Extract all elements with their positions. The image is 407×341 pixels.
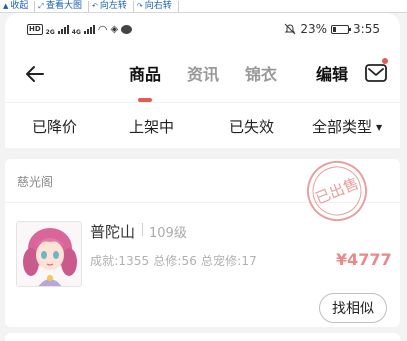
chat-notification-icon [121, 24, 133, 34]
caret-up-icon: ▲ [3, 1, 9, 10]
mute-bell-icon [285, 23, 296, 35]
tab-news[interactable]: 资讯 [187, 61, 219, 85]
sold-stamp-text: 已出售 [313, 174, 361, 208]
phone-screen: HD 2G 4G ◠ ◈ 23% 3:55 商品 资讯 锦衣 编辑 已降价 上架… [5, 13, 400, 341]
filter-price-dropped[interactable]: 已降价 [32, 116, 77, 137]
character-portrait-icon [17, 222, 81, 286]
filter-on-shelf[interactable]: 上架中 [129, 116, 174, 137]
signal-bars-icon [57, 24, 69, 34]
item-stats: 成就:1355 总修:56 总宠修:17 [90, 254, 257, 268]
level-separator [142, 223, 143, 236]
battery-percent: 23% [300, 22, 328, 36]
signal-2-label: 4G [71, 29, 81, 36]
cast-icon: ◈ [110, 23, 119, 35]
rotate-left-icon: ↶ [92, 1, 98, 10]
rotate-right-button[interactable]: ↷ 向右转 [134, 0, 179, 12]
collapse-button[interactable]: ▲ 收起 [0, 0, 36, 12]
mail-icon[interactable] [365, 64, 387, 82]
filter-expired[interactable]: 已失效 [229, 116, 274, 137]
shop-name: 慈光阁 [17, 175, 54, 189]
next-listing-card[interactable] [5, 333, 400, 341]
rotate-left-label: 向左转 [99, 0, 127, 11]
rotate-right-icon: ↷ [136, 1, 143, 10]
item-level: 109级 [149, 226, 187, 241]
status-bar-right: 23% 3:55 [284, 22, 380, 36]
item-name: 普陀山 [90, 223, 136, 241]
tab-goods[interactable]: 商品 [129, 61, 161, 85]
image-viewer-toolbar: ▲ 收起 ⤢ 查看大图 ↶ 向左转 ↷ 向右转 [0, 0, 407, 13]
status-bar-left: HD 2G 4G ◠ ◈ [27, 22, 133, 36]
sold-stamp: 已出售 [307, 161, 367, 221]
rotate-right-label: 向右转 [144, 0, 172, 11]
battery-fill [333, 26, 337, 32]
wifi-icon: ◠ [97, 22, 108, 36]
nav-bar: 商品 资讯 锦衣 编辑 [5, 45, 400, 102]
collapse-label: 收起 [10, 0, 29, 11]
status-bar: HD 2G 4G ◠ ◈ 23% 3:55 [5, 13, 400, 45]
filter-bar: 已降价 上架中 已失效 全部类型 ▼ [5, 103, 400, 148]
view-large-label: 查看大图 [46, 0, 83, 11]
edit-button[interactable]: 编辑 [316, 61, 348, 85]
active-tab-indicator [138, 98, 152, 102]
signal-1-label: 2G [45, 29, 55, 36]
hd-badge: HD [27, 23, 43, 35]
item-price: ¥4777 [336, 250, 392, 269]
view-large-button[interactable]: ⤢ 查看大图 [35, 0, 90, 12]
status-time: 3:55 [353, 22, 380, 36]
tab-outfits[interactable]: 锦衣 [245, 61, 277, 85]
back-arrow-icon[interactable] [23, 62, 47, 86]
unread-dot [382, 58, 388, 64]
signal-bars-icon [83, 24, 95, 34]
rotate-left-button[interactable]: ↶ 向左转 [89, 0, 134, 12]
filter-all-types-label: 全部类型 [312, 118, 373, 136]
find-similar-button[interactable]: 找相似 [319, 293, 387, 323]
character-avatar[interactable] [16, 221, 82, 287]
filter-all-types[interactable]: 全部类型 ▼ [312, 116, 382, 137]
battery-icon [331, 24, 352, 34]
dropdown-caret-icon: ▼ [376, 123, 383, 132]
expand-icon: ⤢ [38, 1, 45, 10]
listing-card[interactable]: 慈光阁 已出售 普陀山 109级 成就:1355 总修:56 总宠修:17 ¥4… [5, 159, 400, 327]
